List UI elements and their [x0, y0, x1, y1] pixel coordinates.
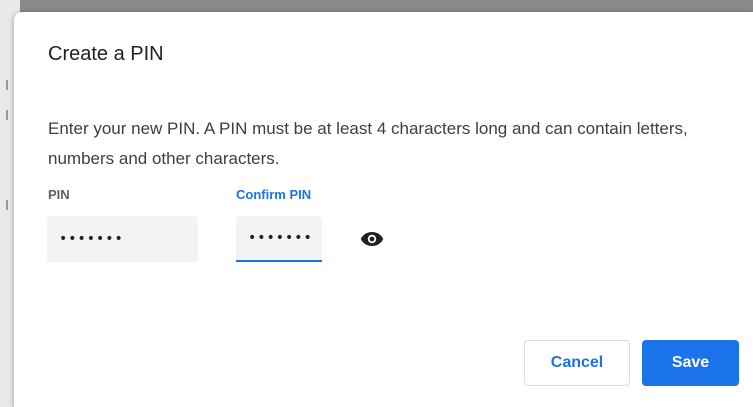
save-button[interactable]: Save — [642, 340, 739, 386]
confirm-pin-input[interactable] — [236, 216, 322, 262]
background-text-fragment — [6, 110, 14, 120]
pin-label: PIN — [48, 187, 70, 202]
show-pin-button[interactable] — [358, 228, 386, 250]
background-text-fragment — [6, 200, 14, 210]
confirm-pin-label: Confirm PIN — [236, 187, 312, 202]
eye-icon — [360, 232, 384, 246]
dialog-description: Enter your new PIN. A PIN must be at lea… — [48, 119, 688, 168]
cancel-button[interactable]: Cancel — [524, 340, 630, 386]
pin-input[interactable] — [47, 216, 198, 262]
dialog-title: Create a PIN — [48, 43, 164, 65]
background-text-fragment — [6, 80, 14, 90]
create-pin-dialog: Create a PIN Enter your new PIN. A PIN m… — [14, 12, 753, 407]
